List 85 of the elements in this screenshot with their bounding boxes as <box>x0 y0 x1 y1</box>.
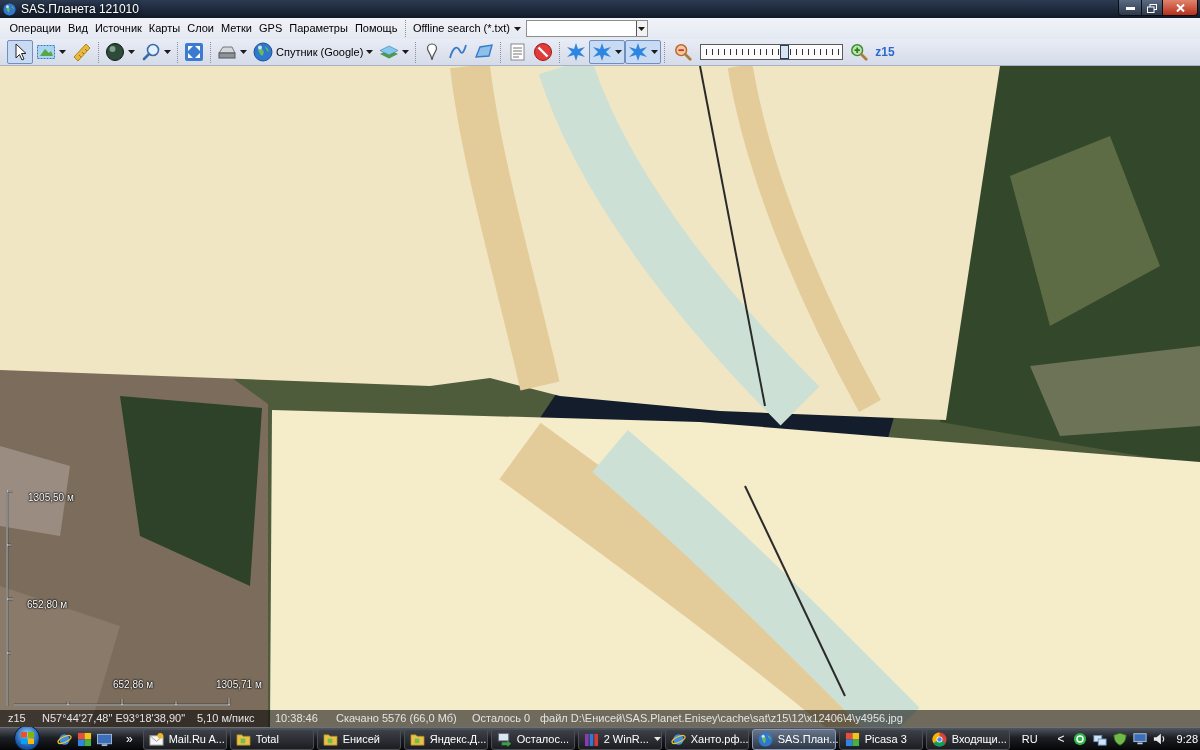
show-hidden-icons-button[interactable]: < <box>1055 730 1067 748</box>
taskbar-button[interactable]: Входящи... <box>925 728 1010 750</box>
orbit-icon <box>670 731 686 747</box>
menu-item[interactable]: Помощь <box>351 19 401 38</box>
magnifier-icon <box>141 42 161 62</box>
shield-icon <box>1112 732 1127 746</box>
quick-launch-button[interactable] <box>76 730 92 748</box>
scale-label: 1305,50 м <box>28 493 74 503</box>
dropdown-button[interactable] <box>635 21 647 36</box>
zoom-out-icon <box>674 43 693 61</box>
taskbar-button[interactable]: Picasa 3 <box>838 728 923 750</box>
scale-label: 652,86 м <box>113 680 154 690</box>
taskbar-button[interactable]: Осталос... <box>490 728 575 750</box>
taskbar-button[interactable]: Ханто.рф... <box>664 728 749 750</box>
taskbar-button[interactable]: 2 WinR... <box>577 728 662 750</box>
ruler-icon <box>72 42 92 62</box>
status-text: 5,10 м/пикс <box>197 713 256 724</box>
clock: 9:28 <box>1176 733 1198 745</box>
color-square-icon <box>76 731 92 747</box>
slider-thumb[interactable] <box>780 45 790 59</box>
scale-label: 652,80 м <box>27 600 68 610</box>
minimize-button[interactable] <box>1119 0 1142 15</box>
zoom-in-icon <box>850 43 869 61</box>
scale-label: 1305,71 м <box>216 680 262 690</box>
zoom-level-label: z15 <box>875 46 895 58</box>
status-text: 10:38:46 <box>275 713 319 724</box>
menu-item[interactable]: Вид <box>64 19 92 38</box>
menu-item[interactable]: Метки <box>217 19 256 38</box>
folder-icon <box>235 731 251 747</box>
menu-item[interactable]: Параметры <box>285 19 352 38</box>
taskbar-button[interactable]: SAS.План... <box>751 728 836 750</box>
zoom-slider[interactable] <box>700 44 844 60</box>
globe-icon <box>757 731 773 747</box>
orbit-icon <box>56 731 72 747</box>
caret-icon <box>513 26 521 31</box>
envelope-icon <box>148 731 164 747</box>
speaker-icon <box>1152 732 1167 746</box>
monitor-icon <box>1132 732 1147 746</box>
minimize-icon <box>1125 6 1135 10</box>
close-icon <box>1175 4 1185 12</box>
color-square-icon <box>844 731 860 747</box>
restore-icon <box>1147 3 1157 13</box>
menu-item[interactable]: Карты <box>145 19 184 38</box>
menu-item[interactable]: Операции <box>6 19 65 38</box>
network-icon <box>1092 732 1107 746</box>
taskbar-button[interactable]: Енисей <box>316 728 401 750</box>
taskbar-button[interactable]: Mail.Ru A... <box>142 728 227 750</box>
expand-icon <box>184 42 204 62</box>
status-text: файл D:\Енисей\SAS.Planet.Enisey\cache\sat\z15\12\x12406\4\y4956.jpg <box>540 713 903 724</box>
menu-item[interactable]: GPS <box>255 19 286 38</box>
tricolor-circle-icon <box>931 731 947 747</box>
books-icon <box>583 731 599 747</box>
close-button[interactable] <box>1163 0 1197 15</box>
folder-icon <box>322 731 338 747</box>
status-text: N57°44'27,48" E93°18'38,90" <box>42 713 187 724</box>
burst-icon <box>592 42 613 62</box>
map-source-button[interactable]: Спутник (Google) <box>250 40 377 64</box>
ring-icon <box>1072 732 1087 746</box>
burst-icon <box>566 42 587 62</box>
folder-icon <box>409 731 425 747</box>
monitor-icon <box>96 731 112 747</box>
sphere-icon <box>105 42 125 62</box>
pointer-tool-button[interactable] <box>7 40 33 64</box>
globe-icon <box>3 2 16 16</box>
taskbar-button[interactable]: Total <box>229 728 314 750</box>
no-entry-icon <box>533 42 554 62</box>
status-text: Осталось 0 <box>472 713 532 724</box>
search-mode-button[interactable]: Offline search (*.txt) <box>409 19 524 38</box>
arrows-icon <box>496 731 512 747</box>
taskbar-button[interactable]: Яндекс.Д... <box>403 728 488 750</box>
caret-icon <box>638 26 646 31</box>
menu-item[interactable]: Слои <box>183 19 218 38</box>
language-indicator[interactable]: RU <box>1019 730 1040 748</box>
selection-icon <box>36 42 56 62</box>
restore-button[interactable] <box>1142 0 1163 15</box>
window-title: SAS.Планета 121010 <box>21 3 139 15</box>
quick-launch-more-button[interactable]: » <box>124 730 135 748</box>
burst-icon <box>628 42 649 62</box>
globe-icon <box>253 42 273 62</box>
list-icon <box>507 42 528 62</box>
status-text: z15 <box>8 713 27 724</box>
four-pane-flag-icon <box>20 731 34 744</box>
gps-button[interactable] <box>589 40 626 64</box>
status-text: Скачано 5576 (66,0 Мб) <box>336 713 458 724</box>
menu-item[interactable]: Источник <box>91 19 146 38</box>
